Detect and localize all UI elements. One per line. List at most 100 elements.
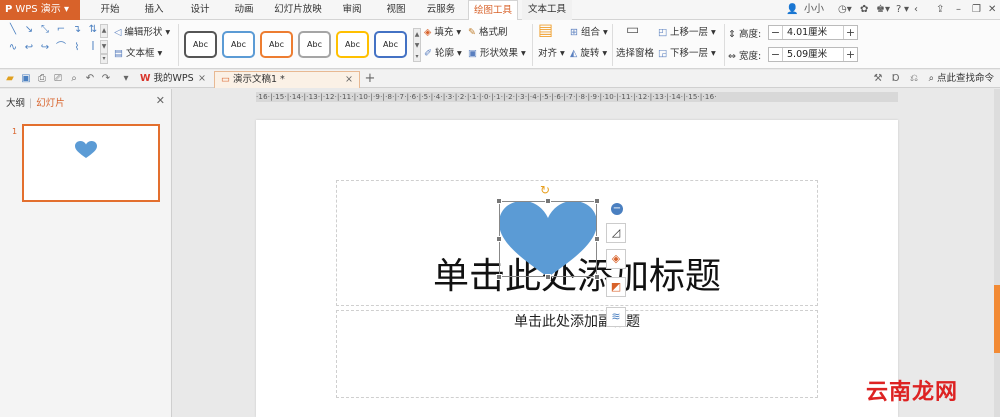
undo-icon[interactable]: ↶ — [84, 73, 96, 85]
arrow-line-icon[interactable]: ↘ — [22, 24, 36, 36]
shape-style-6[interactable]: Abc — [374, 31, 407, 58]
upload-icon[interactable]: ⇪ — [936, 0, 944, 20]
resize-handle[interactable] — [545, 198, 551, 204]
shapes-expand[interactable]: ▾ — [100, 54, 108, 64]
resize-handle[interactable] — [496, 198, 502, 204]
settings-icon[interactable]: ✿ — [860, 0, 868, 20]
shape-style-2[interactable]: Abc — [222, 31, 255, 58]
tab-review[interactable]: 审阅 — [334, 0, 370, 20]
elbow-arrow-icon[interactable]: ↴ — [70, 24, 84, 36]
redo-icon[interactable]: ↷ — [100, 73, 112, 85]
outline-icon[interactable]: ◩ — [606, 277, 626, 297]
outline-button[interactable]: ✐ 轮廓 ▾ — [424, 46, 462, 62]
subtitle-text[interactable]: 单击此处添加副标题 — [336, 312, 818, 332]
format-brush-button[interactable]: ✎ 格式刷 — [468, 25, 507, 41]
tab-cloud[interactable]: 云服务 — [420, 0, 462, 20]
edit-shape-button[interactable]: ◁ 编辑形状 ▾ — [114, 25, 170, 41]
search-command[interactable]: ⌕ 点此查找命令 — [929, 71, 994, 87]
avatar[interactable]: 👤 — [786, 0, 798, 20]
freeform-icon[interactable]: ⌇ — [70, 42, 84, 54]
tools-icon[interactable]: ⚒ — [872, 73, 884, 85]
shapes-scroll-up[interactable]: ▲ — [100, 24, 108, 38]
shape-style-5[interactable]: Abc — [336, 31, 369, 58]
shape-effects-button[interactable]: ▣ 形状效果 ▾ — [468, 46, 526, 62]
shape-style-1[interactable]: Abc — [184, 31, 217, 58]
resize-handle[interactable] — [594, 274, 600, 280]
close-icon[interactable]: × — [198, 71, 206, 87]
panel-close-icon[interactable]: ✕ — [156, 94, 165, 107]
window-minimize-icon[interactable]: – — [956, 0, 961, 20]
tab-animation[interactable]: 动画 — [226, 0, 262, 20]
elbow-connector-icon[interactable]: ⌐ — [54, 24, 68, 36]
width-input[interactable]: 5.09厘米 — [787, 48, 827, 61]
tab-home[interactable]: 开始 — [92, 0, 128, 20]
tab-text-tools[interactable]: 文本工具 — [522, 0, 572, 20]
curve-arrow-icon[interactable]: ↩ — [22, 42, 36, 54]
tab-insert[interactable]: 插入 — [136, 0, 172, 20]
width-decrease-button[interactable]: − — [769, 48, 783, 61]
save-icon[interactable]: ▣ — [20, 73, 32, 85]
width-increase-button[interactable]: + — [843, 48, 857, 61]
window-restore-icon[interactable]: ❐ — [972, 0, 981, 20]
resize-handle[interactable] — [496, 274, 502, 280]
resize-handle[interactable] — [594, 198, 600, 204]
help-dropdown-icon[interactable]: ▾ — [904, 0, 909, 20]
selection-pane-button[interactable]: 选择窗格 — [616, 46, 654, 62]
tab-document[interactable]: ▭ 演示文稿1 * × — [214, 71, 360, 88]
open-icon[interactable]: ▰ — [4, 73, 16, 85]
side-panel-toggle[interactable] — [994, 285, 1000, 353]
tab-my-wps[interactable]: W 我的WPS × — [134, 71, 212, 88]
resize-handle[interactable] — [545, 274, 551, 280]
resize-handle[interactable] — [594, 236, 600, 242]
height-increase-button[interactable]: + — [843, 26, 857, 39]
clock-icon[interactable]: ◷▾ — [838, 0, 852, 20]
print-icon[interactable]: ⎚ — [52, 73, 64, 85]
double-arrow-line-icon[interactable]: ⤡ — [38, 24, 52, 36]
tab-outline[interactable]: 大纲 — [6, 98, 25, 109]
align-button[interactable]: 对齐 ▾ — [538, 46, 565, 62]
elbow-double-arrow-icon[interactable]: ⇅ — [86, 24, 100, 36]
tab-view[interactable]: 视图 — [378, 0, 414, 20]
shapes-scroll-down[interactable]: ▼ — [100, 40, 108, 54]
width-stepper[interactable]: − 5.09厘米 + — [768, 47, 858, 62]
skin-icon[interactable]: ♚▾ — [876, 0, 890, 20]
rotate-handle-icon[interactable]: ↻ — [540, 183, 550, 197]
line-shape-icon[interactable]: ╲ — [6, 24, 20, 36]
tab-slides[interactable]: 幻灯片 — [36, 98, 65, 109]
slide-thumbnail[interactable] — [22, 124, 160, 202]
scribble-icon[interactable]: ꟾ — [86, 42, 100, 54]
tab-slideshow[interactable]: 幻灯片放映 — [270, 0, 326, 20]
resize-handle[interactable] — [496, 236, 502, 242]
quick-access-dropdown-icon[interactable]: ▾ — [120, 73, 132, 85]
fill-button[interactable]: ◈ 填充 ▾ — [424, 25, 461, 41]
collapse-icon[interactable]: − — [611, 203, 623, 215]
style-gallery-scroll[interactable]: ▲ ▼ ▾ — [413, 28, 421, 62]
new-tab-icon[interactable]: + — [364, 72, 376, 85]
curve-connector-icon[interactable]: ∿ — [6, 42, 20, 54]
height-input[interactable]: 4.01厘米 — [787, 26, 827, 39]
share-icon[interactable]: ⎌ — [908, 73, 920, 85]
vertical-scrollbar[interactable] — [994, 89, 1000, 417]
tab-drawing-tools[interactable]: 绘图工具 — [468, 0, 518, 21]
height-stepper[interactable]: − 4.01厘米 + — [768, 25, 858, 40]
send-backward-button[interactable]: ◲ 下移一层 ▾ — [658, 46, 716, 62]
shape-style-4[interactable]: Abc — [298, 31, 331, 58]
rotate-button[interactable]: ◭ 旋转 ▾ — [570, 46, 607, 62]
help-icon[interactable]: ? — [896, 0, 901, 20]
doc-icon[interactable]: Ɒ — [890, 73, 902, 85]
edit-shape-icon[interactable]: ◿ — [606, 223, 626, 243]
group-button[interactable]: ⊞ 组合 ▾ — [570, 25, 608, 41]
ribbon-minimize-icon[interactable]: ‹ — [914, 0, 918, 20]
selection-pane-icon[interactable]: ▭ — [626, 22, 642, 38]
app-menu-button[interactable]: P WPS 演示 ▾ — [0, 0, 80, 20]
layers-icon[interactable]: ≋ — [606, 307, 626, 327]
window-close-icon[interactable]: ✕ — [988, 0, 996, 20]
height-decrease-button[interactable]: − — [769, 26, 783, 39]
textbox-button[interactable]: ▤ 文本框 ▾ — [114, 46, 162, 62]
tab-design[interactable]: 设计 — [182, 0, 218, 20]
curve-icon[interactable]: ⌒ — [54, 42, 68, 54]
print-preview-icon[interactable]: ⌕ — [68, 73, 80, 85]
fill-icon[interactable]: ◈ — [606, 249, 626, 269]
close-icon[interactable]: × — [345, 72, 353, 88]
user-name[interactable]: 小小 — [804, 0, 824, 20]
